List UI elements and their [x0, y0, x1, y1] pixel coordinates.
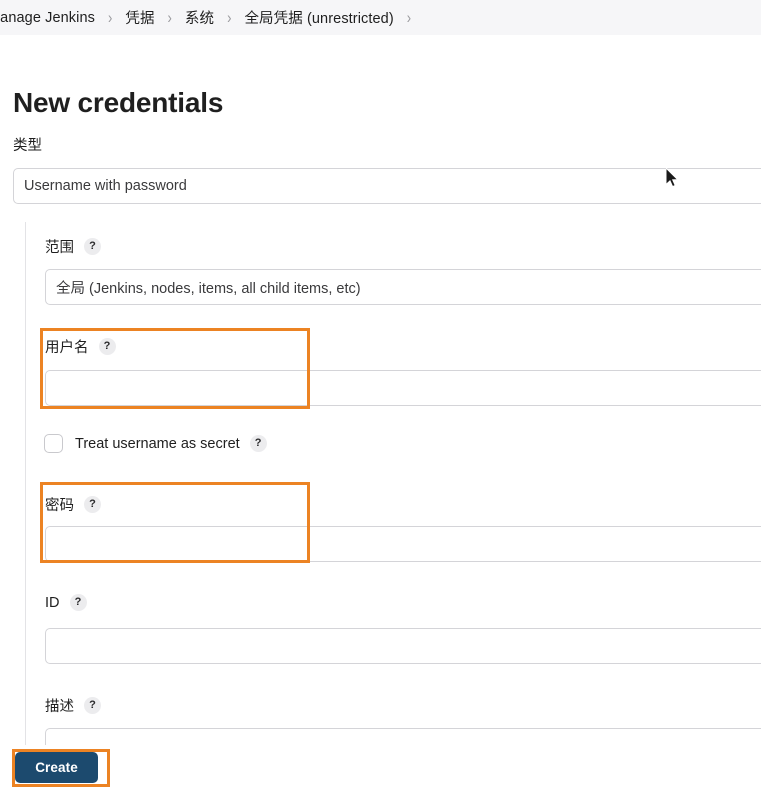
scope-select[interactable]: 全局 (Jenkins, nodes, items, all child ite… [45, 269, 761, 305]
form-action-bar [0, 745, 761, 791]
help-icon[interactable]: ? [84, 496, 101, 513]
breadcrumb-separator-icon: › [167, 8, 172, 27]
breadcrumb-item-system[interactable]: 系统 [185, 7, 214, 28]
scope-field-label: 范围 ? [45, 236, 101, 257]
credential-type-select[interactable]: Username with password [13, 168, 761, 204]
page-title: New credentials [13, 86, 224, 118]
treat-username-as-secret-row[interactable]: Treat username as secret ? [44, 434, 267, 453]
breadcrumb: Manage Jenkins › 凭据 › 系统 › 全局凭据 (unrestr… [0, 0, 761, 35]
create-button[interactable]: Create [15, 752, 98, 783]
id-input[interactable] [45, 628, 761, 664]
breadcrumb-separator-icon: › [406, 8, 412, 27]
description-label-text: 描述 [45, 699, 74, 715]
help-icon[interactable]: ? [69, 594, 87, 611]
credential-type-selected-value: Username with password [24, 178, 187, 194]
scope-selected-value: 全局 (Jenkins, nodes, items, all child ite… [56, 280, 361, 297]
treat-username-as-secret-checkbox[interactable] [44, 434, 63, 453]
help-icon[interactable]: ? [98, 338, 116, 355]
help-icon[interactable]: ? [84, 238, 101, 255]
id-field-label: ID ? [45, 594, 87, 611]
help-icon[interactable]: ? [249, 435, 267, 452]
type-field-label: 类型 [13, 138, 42, 154]
breadcrumb-separator-icon: › [227, 8, 232, 27]
breadcrumb-item-credentials[interactable]: 凭据 [125, 7, 154, 28]
treat-username-as-secret-label: Treat username as secret [75, 435, 240, 452]
breadcrumb-item-manage-jenkins[interactable]: Manage Jenkins [0, 10, 95, 26]
description-field-label: 描述 ? [45, 695, 101, 716]
help-icon[interactable]: ? [84, 697, 101, 714]
password-field-label: 密码 ? [45, 494, 101, 515]
password-input[interactable] [45, 526, 761, 562]
breadcrumb-item-global-credentials[interactable]: 全局凭据 (unrestricted) [244, 7, 393, 28]
id-label-text: ID [45, 594, 60, 611]
breadcrumb-separator-icon: › [108, 8, 113, 27]
credential-form-section: 范围 ? 全局 (Jenkins, nodes, items, all chil… [25, 222, 761, 778]
scope-label-text: 范围 [45, 240, 74, 256]
password-label-text: 密码 [45, 498, 74, 514]
username-input[interactable] [45, 370, 761, 406]
username-label-text: 用户名 [45, 340, 89, 356]
username-field-label: 用户名 ? [45, 336, 116, 357]
